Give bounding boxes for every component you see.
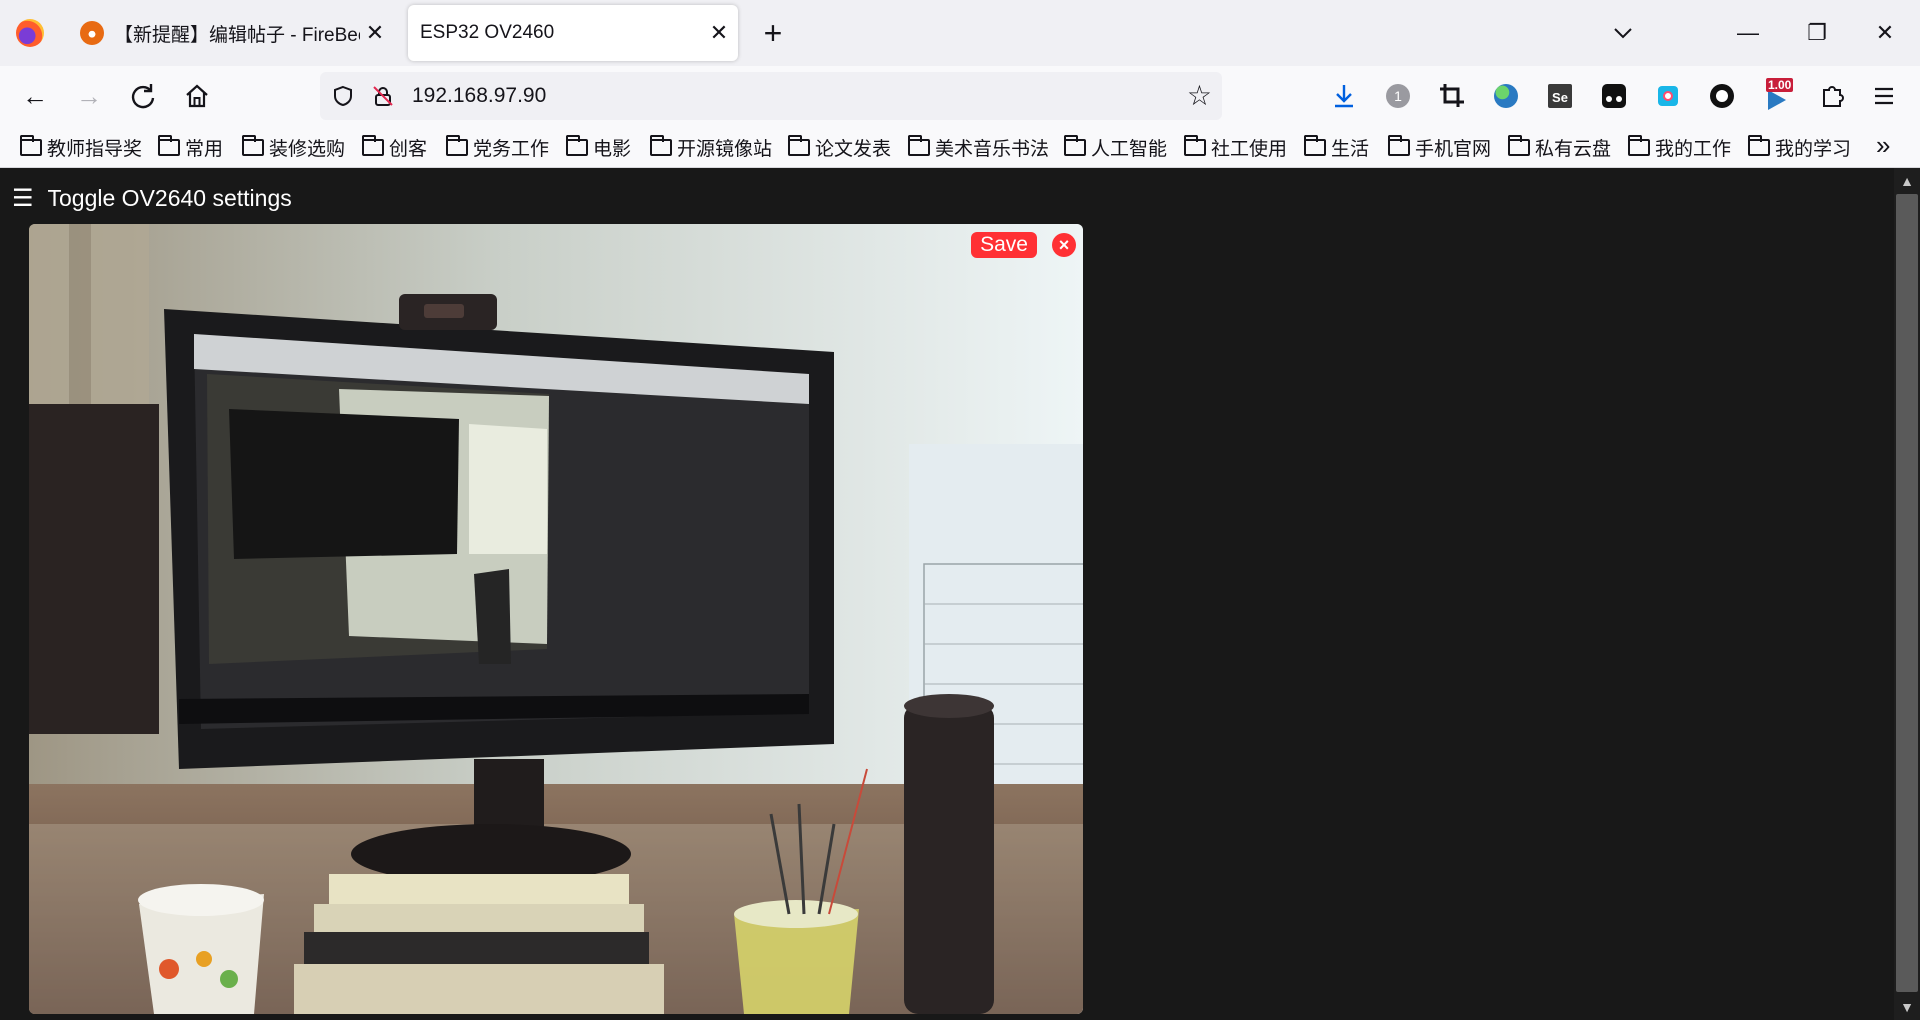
tracking-shield-icon[interactable]: [332, 85, 354, 107]
tab-forum-edit[interactable]: 【新提醒】编辑帖子 - FireBeetle ✕: [66, 5, 394, 61]
screenshot-extension-icon[interactable]: [1652, 80, 1684, 112]
insecure-lock-icon[interactable]: [372, 85, 394, 107]
url-text[interactable]: 192.168.97.90: [412, 84, 546, 108]
bookmark-folder[interactable]: 装修选购: [242, 134, 345, 160]
folder-icon: [788, 134, 810, 156]
bookmark-folder[interactable]: 美术音乐书法: [908, 134, 1049, 160]
folder-icon: [20, 134, 42, 156]
folder-icon: [1508, 134, 1530, 156]
save-button[interactable]: Save: [971, 232, 1037, 258]
tab-title: ESP32 OV2460: [420, 22, 555, 43]
bookmark-folder[interactable]: 我的工作: [1628, 134, 1731, 160]
close-stream-button[interactable]: ×: [1052, 233, 1076, 257]
tab-close-icon[interactable]: ✕: [360, 20, 390, 46]
bookmark-folder[interactable]: 人工智能: [1064, 134, 1167, 160]
bookmark-folder[interactable]: 创客: [362, 134, 427, 160]
hamburger-menu-icon[interactable]: [1868, 80, 1900, 112]
page-scrollbar-thumb[interactable]: [1896, 194, 1918, 992]
folder-icon: [1388, 134, 1410, 156]
folder-icon: [242, 134, 264, 156]
settings-toggle[interactable]: ☰ Toggle OV2640 settings: [12, 184, 292, 213]
folder-icon: [1748, 134, 1770, 156]
bookmark-star-icon[interactable]: ☆: [1187, 81, 1212, 111]
folder-icon: [1064, 134, 1086, 156]
forward-button[interactable]: →: [72, 79, 106, 113]
camera-stream: [29, 224, 1083, 1014]
folder-icon: [908, 134, 930, 156]
folder-icon: [566, 134, 588, 156]
tampermonkey-icon[interactable]: [1598, 80, 1630, 112]
tab-close-icon[interactable]: ✕: [704, 20, 734, 46]
folder-icon: [362, 134, 384, 156]
scroll-down-icon[interactable]: ▼: [1896, 996, 1918, 1018]
folder-icon: [1184, 134, 1206, 156]
camera-frame-image: [29, 224, 1083, 1014]
bookmark-folder[interactable]: 常用: [158, 134, 223, 160]
chevron-down-icon[interactable]: [1608, 18, 1638, 48]
folder-icon: [1628, 134, 1650, 156]
restore-button[interactable]: ❐: [1794, 14, 1840, 52]
bookmark-folder[interactable]: 电影: [566, 134, 631, 160]
back-button[interactable]: ←: [18, 79, 52, 113]
folder-icon: [650, 134, 672, 156]
url-bar[interactable]: 192.168.97.90 ☆: [320, 72, 1222, 120]
bookmark-folder[interactable]: 手机官网: [1388, 134, 1491, 160]
circle-extension-icon[interactable]: [1706, 80, 1738, 112]
bookmark-folder[interactable]: 论文发表: [788, 134, 891, 160]
tab-esp32-camera[interactable]: ESP32 OV2460 ✕: [408, 5, 738, 61]
selenium-extension-icon[interactable]: Se: [1544, 80, 1576, 112]
folder-icon: [1304, 134, 1326, 156]
tab-strip: 【新提醒】编辑帖子 - FireBeetle ✕ ESP32 OV2460 ✕ …: [0, 0, 1920, 66]
reload-icon[interactable]: [126, 79, 160, 113]
folder-icon: [158, 134, 180, 156]
nav-toolbar: ← → 192.168.97.90 ☆ 1 Se 1.00: [0, 66, 1920, 126]
new-tab-button[interactable]: +: [756, 16, 790, 50]
settings-toggle-label: Toggle OV2640 settings: [47, 185, 292, 211]
firefox-menu-icon[interactable]: [16, 19, 44, 47]
bookmarks-bar: 教师指导奖 常用 装修选购 创客 党务工作 电影 开源镜像站 论文发表 美术音乐…: [0, 126, 1920, 168]
download-icon[interactable]: [1328, 80, 1360, 112]
home-icon[interactable]: [180, 79, 214, 113]
counter-extension-icon[interactable]: 1: [1382, 80, 1414, 112]
folder-icon: [446, 134, 468, 156]
camera-page: ☰ Toggle OV2640 settings: [0, 168, 1894, 1020]
bookmarks-overflow-icon[interactable]: »: [1876, 130, 1890, 161]
scroll-up-icon[interactable]: ▲: [1896, 170, 1918, 192]
menu-icon: ☰: [12, 185, 34, 212]
bookmark-folder[interactable]: 生活: [1304, 134, 1369, 160]
bookmark-folder[interactable]: 教师指导奖: [20, 134, 142, 160]
bookmark-folder[interactable]: 私有云盘: [1508, 134, 1611, 160]
bookmark-folder[interactable]: 党务工作: [446, 134, 549, 160]
window-close-button[interactable]: ✕: [1862, 14, 1908, 52]
bookmark-folder[interactable]: 社工使用: [1184, 134, 1287, 160]
globe-extension-icon[interactable]: [1490, 80, 1522, 112]
bookmark-folder[interactable]: 我的学习: [1748, 134, 1851, 160]
tab-title: 【新提醒】编辑帖子 - FireBeetle: [114, 24, 360, 46]
minimize-button[interactable]: —: [1725, 14, 1771, 52]
crop-icon[interactable]: [1436, 80, 1468, 112]
firebeetle-favicon-icon: [80, 21, 104, 45]
bookmark-folder[interactable]: 开源镜像站: [650, 134, 772, 160]
puzzle-extensions-icon[interactable]: [1816, 80, 1848, 112]
video-speed-icon[interactable]: 1.00: [1762, 78, 1794, 112]
